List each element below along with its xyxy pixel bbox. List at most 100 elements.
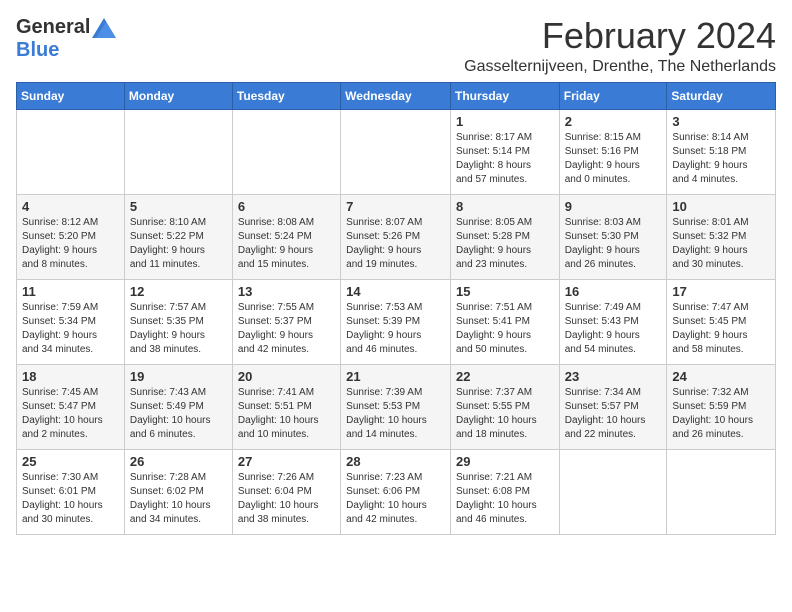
day-info: Sunrise: 7:30 AM Sunset: 6:01 PM Dayligh…	[22, 471, 119, 527]
day-number: 10	[672, 199, 770, 214]
day-info: Sunrise: 7:37 AM Sunset: 5:55 PM Dayligh…	[456, 386, 554, 442]
day-number: 25	[22, 454, 119, 469]
table-row	[559, 449, 667, 534]
table-row: 28 Sunrise: 7:23 AM Sunset: 6:06 PM Dayli…	[341, 449, 451, 534]
day-number: 23	[565, 369, 662, 384]
day-number: 26	[130, 454, 227, 469]
day-info: Sunrise: 7:49 AM Sunset: 5:43 PM Dayligh…	[565, 301, 662, 357]
header-wednesday: Wednesday	[341, 82, 451, 109]
table-row: 27 Sunrise: 7:26 AM Sunset: 6:04 PM Dayli…	[232, 449, 340, 534]
table-row: 5 Sunrise: 8:10 AM Sunset: 5:22 PM Daylig…	[124, 194, 232, 279]
day-number: 21	[346, 369, 445, 384]
logo: General Blue	[16, 16, 116, 62]
table-row: 25 Sunrise: 7:30 AM Sunset: 6:01 PM Dayli…	[17, 449, 125, 534]
day-number: 5	[130, 199, 227, 214]
table-row: 12 Sunrise: 7:57 AM Sunset: 5:35 PM Dayli…	[124, 279, 232, 364]
day-number: 6	[238, 199, 335, 214]
day-number: 14	[346, 284, 445, 299]
day-info: Sunrise: 7:53 AM Sunset: 5:39 PM Dayligh…	[346, 301, 445, 357]
day-number: 7	[346, 199, 445, 214]
table-row: 1 Sunrise: 8:17 AM Sunset: 5:14 PM Daylig…	[450, 109, 559, 194]
logo-general-text: General	[16, 16, 90, 39]
table-row: 19 Sunrise: 7:43 AM Sunset: 5:49 PM Dayli…	[124, 364, 232, 449]
day-info: Sunrise: 7:28 AM Sunset: 6:02 PM Dayligh…	[130, 471, 227, 527]
table-row: 7 Sunrise: 8:07 AM Sunset: 5:26 PM Daylig…	[341, 194, 451, 279]
day-number: 9	[565, 199, 662, 214]
location-title: Gasselternijveen, Drenthe, The Netherlan…	[464, 58, 776, 76]
day-info: Sunrise: 7:32 AM Sunset: 5:59 PM Dayligh…	[672, 386, 770, 442]
day-info: Sunrise: 8:17 AM Sunset: 5:14 PM Dayligh…	[456, 131, 554, 187]
day-info: Sunrise: 7:43 AM Sunset: 5:49 PM Dayligh…	[130, 386, 227, 442]
day-number: 16	[565, 284, 662, 299]
day-info: Sunrise: 8:10 AM Sunset: 5:22 PM Dayligh…	[130, 216, 227, 272]
table-row	[232, 109, 340, 194]
day-info: Sunrise: 7:51 AM Sunset: 5:41 PM Dayligh…	[456, 301, 554, 357]
day-info: Sunrise: 8:15 AM Sunset: 5:16 PM Dayligh…	[565, 131, 662, 187]
table-row: 23 Sunrise: 7:34 AM Sunset: 5:57 PM Dayli…	[559, 364, 667, 449]
calendar-week-2: 4Sunrise: 8:12 AM Sunset: 5:20 PM Daylig…	[17, 194, 776, 279]
day-number: 13	[238, 284, 335, 299]
day-info: Sunrise: 8:08 AM Sunset: 5:24 PM Dayligh…	[238, 216, 335, 272]
day-info: Sunrise: 7:26 AM Sunset: 6:04 PM Dayligh…	[238, 471, 335, 527]
header-sunday: Sunday	[17, 82, 125, 109]
table-row: 13 Sunrise: 7:55 AM Sunset: 5:37 PM Dayli…	[232, 279, 340, 364]
calendar-week-3: 11 Sunrise: 7:59 AM Sunset: 5:34 PM Dayli…	[17, 279, 776, 364]
table-row	[667, 449, 776, 534]
header-thursday: Thursday	[450, 82, 559, 109]
day-number: 29	[456, 454, 554, 469]
header-monday: Monday	[124, 82, 232, 109]
table-row: 24Sunrise: 7:32 AM Sunset: 5:59 PM Dayli…	[667, 364, 776, 449]
day-number: 11	[22, 284, 119, 299]
day-number: 4	[22, 199, 119, 214]
day-number: 17	[672, 284, 770, 299]
logo-icon	[92, 18, 116, 38]
table-row: 14 Sunrise: 7:53 AM Sunset: 5:39 PM Dayli…	[341, 279, 451, 364]
day-info: Sunrise: 7:57 AM Sunset: 5:35 PM Dayligh…	[130, 301, 227, 357]
day-info: Sunrise: 8:03 AM Sunset: 5:30 PM Dayligh…	[565, 216, 662, 272]
day-number: 12	[130, 284, 227, 299]
page-header: General Blue February 2024 Gasselternijv…	[16, 16, 776, 76]
day-info: Sunrise: 7:45 AM Sunset: 5:47 PM Dayligh…	[22, 386, 119, 442]
table-row: 17 Sunrise: 7:47 AM Sunset: 5:45 PM Dayli…	[667, 279, 776, 364]
day-number: 1	[456, 114, 554, 129]
title-section: February 2024 Gasselternijveen, Drenthe,…	[464, 16, 776, 76]
calendar-table: Sunday Monday Tuesday Wednesday Thursday…	[16, 82, 776, 535]
day-number: 20	[238, 369, 335, 384]
table-row: 8Sunrise: 8:05 AM Sunset: 5:28 PM Daylig…	[450, 194, 559, 279]
table-row: 21 Sunrise: 7:39 AM Sunset: 5:53 PM Dayli…	[341, 364, 451, 449]
table-row: 10 Sunrise: 8:01 AM Sunset: 5:32 PM Dayli…	[667, 194, 776, 279]
day-info: Sunrise: 7:59 AM Sunset: 5:34 PM Dayligh…	[22, 301, 119, 357]
day-number: 27	[238, 454, 335, 469]
day-number: 19	[130, 369, 227, 384]
day-info: Sunrise: 8:05 AM Sunset: 5:28 PM Dayligh…	[456, 216, 554, 272]
table-row	[341, 109, 451, 194]
header-friday: Friday	[559, 82, 667, 109]
day-info: Sunrise: 7:34 AM Sunset: 5:57 PM Dayligh…	[565, 386, 662, 442]
day-info: Sunrise: 7:21 AM Sunset: 6:08 PM Dayligh…	[456, 471, 554, 527]
day-info: Sunrise: 7:39 AM Sunset: 5:53 PM Dayligh…	[346, 386, 445, 442]
table-row: 18 Sunrise: 7:45 AM Sunset: 5:47 PM Dayli…	[17, 364, 125, 449]
day-number: 3	[672, 114, 770, 129]
calendar-header-row: Sunday Monday Tuesday Wednesday Thursday…	[17, 82, 776, 109]
table-row: 26 Sunrise: 7:28 AM Sunset: 6:02 PM Dayli…	[124, 449, 232, 534]
day-info: Sunrise: 7:47 AM Sunset: 5:45 PM Dayligh…	[672, 301, 770, 357]
day-number: 18	[22, 369, 119, 384]
table-row: 2Sunrise: 8:15 AM Sunset: 5:16 PM Daylig…	[559, 109, 667, 194]
day-number: 15	[456, 284, 554, 299]
day-number: 28	[346, 454, 445, 469]
month-title: February 2024	[464, 16, 776, 56]
table-row	[124, 109, 232, 194]
calendar-week-5: 25 Sunrise: 7:30 AM Sunset: 6:01 PM Dayli…	[17, 449, 776, 534]
table-row: 20 Sunrise: 7:41 AM Sunset: 5:51 PM Dayli…	[232, 364, 340, 449]
day-info: Sunrise: 7:41 AM Sunset: 5:51 PM Dayligh…	[238, 386, 335, 442]
day-info: Sunrise: 7:55 AM Sunset: 5:37 PM Dayligh…	[238, 301, 335, 357]
calendar-week-4: 18 Sunrise: 7:45 AM Sunset: 5:47 PM Dayli…	[17, 364, 776, 449]
day-info: Sunrise: 8:01 AM Sunset: 5:32 PM Dayligh…	[672, 216, 770, 272]
table-row: 29 Sunrise: 7:21 AM Sunset: 6:08 PM Dayli…	[450, 449, 559, 534]
day-number: 22	[456, 369, 554, 384]
table-row: 15 Sunrise: 7:51 AM Sunset: 5:41 PM Dayli…	[450, 279, 559, 364]
table-row: 3 Sunrise: 8:14 AM Sunset: 5:18 PM Daylig…	[667, 109, 776, 194]
day-info: Sunrise: 8:14 AM Sunset: 5:18 PM Dayligh…	[672, 131, 770, 187]
day-info: Sunrise: 8:07 AM Sunset: 5:26 PM Dayligh…	[346, 216, 445, 272]
day-info: Sunrise: 7:23 AM Sunset: 6:06 PM Dayligh…	[346, 471, 445, 527]
